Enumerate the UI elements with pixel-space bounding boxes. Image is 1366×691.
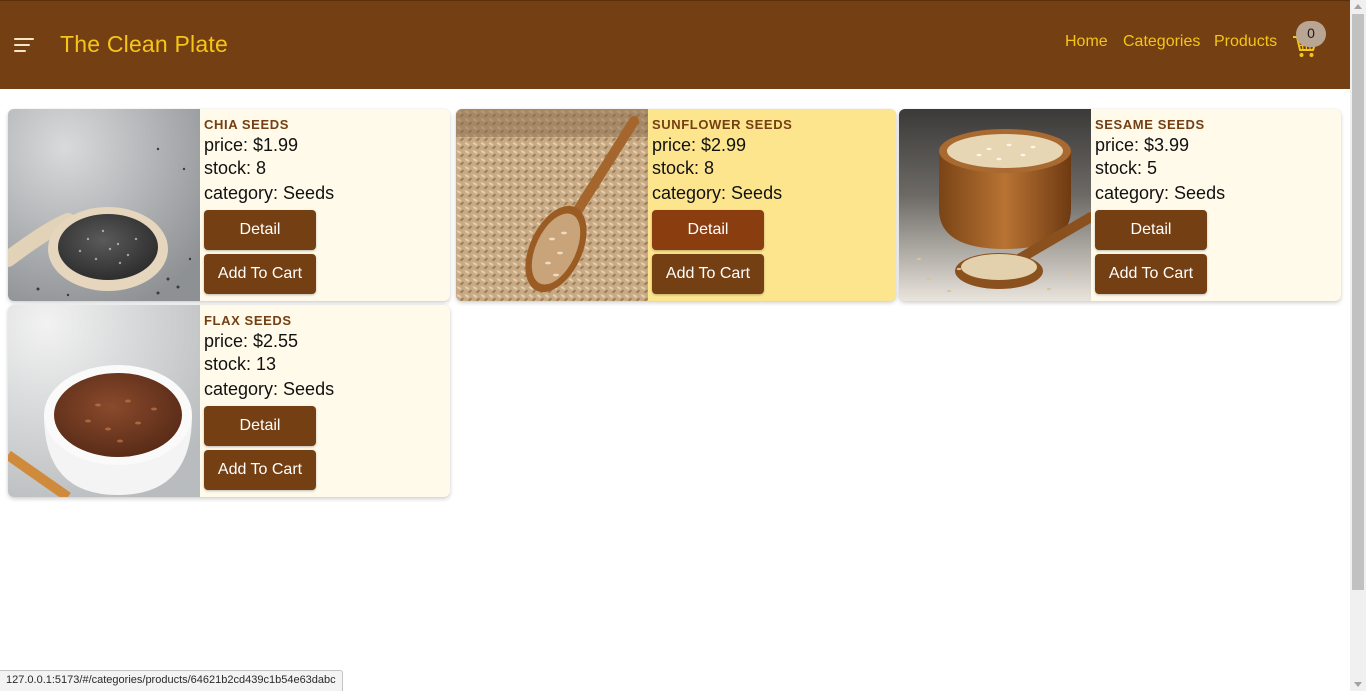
product-info: Flax Seeds price: $2.55 stock: 13 catego… [204,305,450,497]
chia-seeds-spoon-image [8,109,200,301]
page: The Clean Plate Home Categories Products… [0,0,1366,691]
product-card[interactable]: Chia Seeds price: $1.99 stock: 8 categor… [8,109,450,301]
status-bar-url: 127.0.0.1:5173/#/categories/products/646… [0,670,343,691]
product-stock: stock: 8 [652,158,715,178]
detail-button[interactable]: Detail [1095,210,1207,250]
product-card[interactable]: Sesame Seeds price: $3.99 stock: 5 categ… [899,109,1341,301]
scrollbar-thumb[interactable] [1352,14,1364,590]
scroll-up-arrow-icon[interactable] [1354,4,1362,9]
add-to-cart-button[interactable]: Add To Cart [652,254,764,294]
product-price: price: $2.99 [652,135,747,155]
product-card[interactable]: Sunflower Seeds price: $2.99 stock: 8 ca… [456,109,896,301]
vertical-scrollbar[interactable] [1350,0,1366,691]
product-info: Chia Seeds price: $1.99 stock: 8 categor… [204,109,450,301]
product-category: category: Seeds [204,379,335,399]
nav-link-products[interactable]: Products [1214,33,1277,51]
menu-icon[interactable] [12,34,36,56]
nav-link-categories[interactable]: Categories [1123,33,1200,51]
sesame-seeds-bowl-image [899,109,1091,301]
add-to-cart-button[interactable]: Add To Cart [1095,254,1207,294]
detail-button[interactable]: Detail [652,210,764,250]
add-to-cart-button[interactable]: Add To Cart [204,450,316,490]
scroll-down-arrow-icon[interactable] [1354,682,1362,687]
product-stock: stock: 8 [204,158,267,178]
add-to-cart-button[interactable]: Add To Cart [204,254,316,294]
product-category: category: Seeds [652,183,783,203]
app-bar: The Clean Plate Home Categories Products… [0,0,1350,89]
product-stock: stock: 13 [204,354,277,374]
product-name: Sunflower Seeds [652,117,793,132]
product-price: price: $2.55 [204,331,299,351]
product-name: Chia Seeds [204,117,289,132]
product-price: price: $3.99 [1095,135,1190,155]
cart-count-badge: 0 [1296,21,1326,47]
sunflower-seeds-spoon-image [456,109,648,301]
product-stock: stock: 5 [1095,158,1158,178]
nav-link-home[interactable]: Home [1065,33,1108,51]
detail-button[interactable]: Detail [204,406,316,446]
product-name: Sesame Seeds [1095,117,1205,132]
brand-title[interactable]: The Clean Plate [60,31,228,58]
product-price: price: $1.99 [204,135,299,155]
product-info: Sesame Seeds price: $3.99 stock: 5 categ… [1095,109,1341,301]
product-name: Flax Seeds [204,313,292,328]
flax-seeds-bowl-image [8,305,200,497]
detail-button[interactable]: Detail [204,210,316,250]
product-info: Sunflower Seeds price: $2.99 stock: 8 ca… [652,109,896,301]
product-category: category: Seeds [204,183,335,203]
product-card[interactable]: Flax Seeds price: $2.55 stock: 13 catego… [8,305,450,497]
product-category: category: Seeds [1095,183,1226,203]
